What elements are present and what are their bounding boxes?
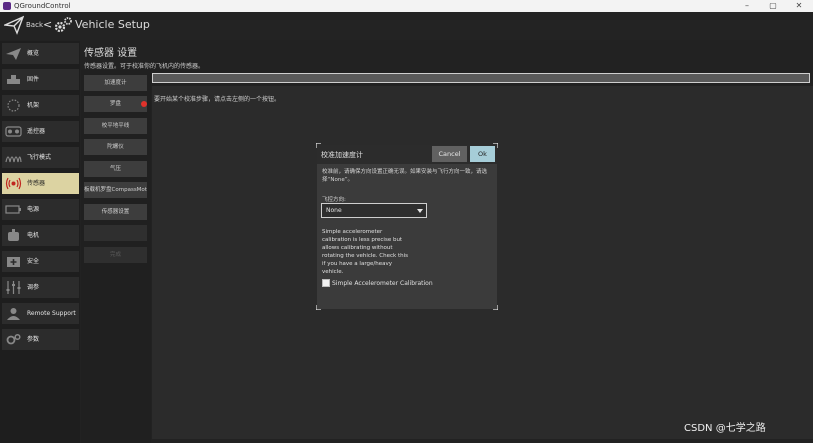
simple-calibration-description: Simple accelerometer calibration is less… — [322, 229, 409, 275]
close-button[interactable]: ✕ — [792, 0, 806, 12]
accelerometer-calibration-dialog: 校准加速度计 Cancel Ok 校准前，请确保方向设置正确无误。如果安装与飞行… — [317, 145, 497, 309]
calibration-progress-bar — [152, 73, 810, 83]
dialog-instruction: 校准前，请确保方向设置正确无误。如果安装与飞行方向一致，请选择“None”。 — [322, 169, 488, 183]
sidebar-item-summary[interactable]: 概览 — [2, 43, 79, 64]
rotation-select-value: None — [326, 207, 342, 214]
dialog-header: 校准加速度计 Cancel Ok — [317, 145, 497, 164]
sidebar-item-tuning[interactable]: 调参 — [2, 277, 79, 298]
top-toolbar: Back < Vehicle Setup — [0, 12, 813, 40]
back-button[interactable]: Back — [26, 21, 43, 29]
corner-mark-icon — [493, 305, 498, 310]
sidebar-item-safety[interactable]: 安全 — [2, 251, 79, 272]
window-titlebar: QGroundControl – ▢ ✕ — [0, 0, 813, 12]
chevron-down-icon — [417, 209, 423, 213]
sidebar-item-parameters[interactable]: 参数 — [2, 329, 79, 350]
sidebar-item-label: 概览 — [27, 50, 40, 57]
compass-button[interactable]: 罗盘 — [84, 96, 147, 112]
corner-mark-icon — [316, 143, 321, 148]
sensor-setup-description: 传感器设置。可于校准你的飞机内的传感器。 — [84, 63, 205, 70]
rotation-select[interactable]: None — [321, 203, 427, 218]
parameters-icon — [6, 333, 21, 345]
cancel-button[interactable]: Cancel — [432, 146, 467, 162]
remote-support-icon — [7, 308, 20, 320]
sidebar-item-airframe[interactable]: 机架 — [2, 95, 79, 116]
safety-icon — [7, 257, 20, 267]
plane-icon — [6, 48, 21, 60]
sidebar-item-label: 机架 — [27, 102, 40, 109]
flight-modes-icon — [5, 156, 22, 163]
simple-calibration-checkbox[interactable] — [322, 279, 330, 287]
sidebar-item-label: 参数 — [27, 336, 40, 343]
sidebar-item-label: 固件 — [27, 76, 40, 83]
gear-icon — [53, 15, 73, 39]
firmware-icon — [7, 75, 20, 84]
sidebar-item-remote-support[interactable]: Remote Support — [2, 303, 79, 324]
minimize-button[interactable]: – — [740, 0, 754, 12]
barometer-button[interactable]: 气压 — [84, 161, 147, 177]
sidebar-item-flight-modes[interactable]: 飞行模式 — [2, 147, 79, 168]
tuning-icon — [6, 281, 21, 294]
ok-button[interactable]: Ok — [470, 146, 495, 162]
gyroscope-button[interactable]: 陀螺仪 — [84, 139, 147, 155]
sidebar: 概览 固件 机架 遥控器 飞行模式 传感器 电源 电机 安全 调参 Remote… — [0, 41, 80, 443]
sidebar-item-label: 调参 — [27, 284, 40, 291]
airframe-icon — [7, 99, 20, 112]
calibration-instructions: 要开始某个校准步骤，请点击左侧的一个按钮。 — [154, 96, 281, 103]
corner-mark-icon — [493, 143, 498, 148]
sidebar-item-label: 电源 — [27, 206, 40, 213]
disabled-sensor-button — [84, 225, 147, 241]
sidebar-item-label: 飞行模式 — [27, 154, 52, 161]
back-chevron: < — [43, 18, 53, 31]
simple-calibration-label: Simple Accelerometer Calibration — [332, 280, 433, 287]
compass-alert-indicator — [141, 101, 147, 107]
level-horizon-button[interactable]: 校平地平线 — [84, 118, 147, 134]
sidebar-item-label: 电机 — [27, 232, 40, 239]
maximize-button[interactable]: ▢ — [766, 0, 780, 12]
qgc-app-icon — [3, 2, 11, 10]
sidebar-item-power[interactable]: 电源 — [2, 199, 79, 220]
page-title: Vehicle Setup — [75, 18, 150, 31]
compassmot-button[interactable]: 板载机罗盘CompassMot — [84, 182, 147, 198]
sidebar-item-firmware[interactable]: 固件 — [2, 69, 79, 90]
sidebar-item-label: 传感器 — [27, 180, 46, 187]
sensor-setup-title: 传感器 设置 — [84, 48, 138, 59]
radio-icon — [5, 126, 22, 137]
sensor-settings-button[interactable]: 传感器设置 — [84, 204, 147, 220]
rotation-label: 飞控方向: — [322, 197, 346, 203]
corner-mark-icon — [316, 305, 321, 310]
sidebar-item-motor[interactable]: 电机 — [2, 225, 79, 246]
sidebar-item-label: 安全 — [27, 258, 40, 265]
window-title: QGroundControl — [14, 2, 71, 10]
sidebar-item-radio[interactable]: 遥控器 — [2, 121, 79, 142]
plane-icon[interactable] — [2, 15, 25, 39]
motor-icon — [8, 229, 19, 241]
accelerometer-button[interactable]: 加速度计 — [84, 75, 147, 91]
battery-icon — [5, 205, 21, 214]
csdn-watermark: CSDN @七学之路 — [684, 423, 766, 434]
sidebar-item-sensors[interactable]: 传感器 — [2, 173, 79, 194]
sidebar-item-label: Remote Support — [27, 310, 76, 317]
dialog-title: 校准加速度计 — [321, 151, 363, 159]
sensors-icon — [5, 177, 22, 190]
done-button: 完成 — [84, 247, 147, 263]
sidebar-item-label: 遥控器 — [27, 128, 46, 135]
